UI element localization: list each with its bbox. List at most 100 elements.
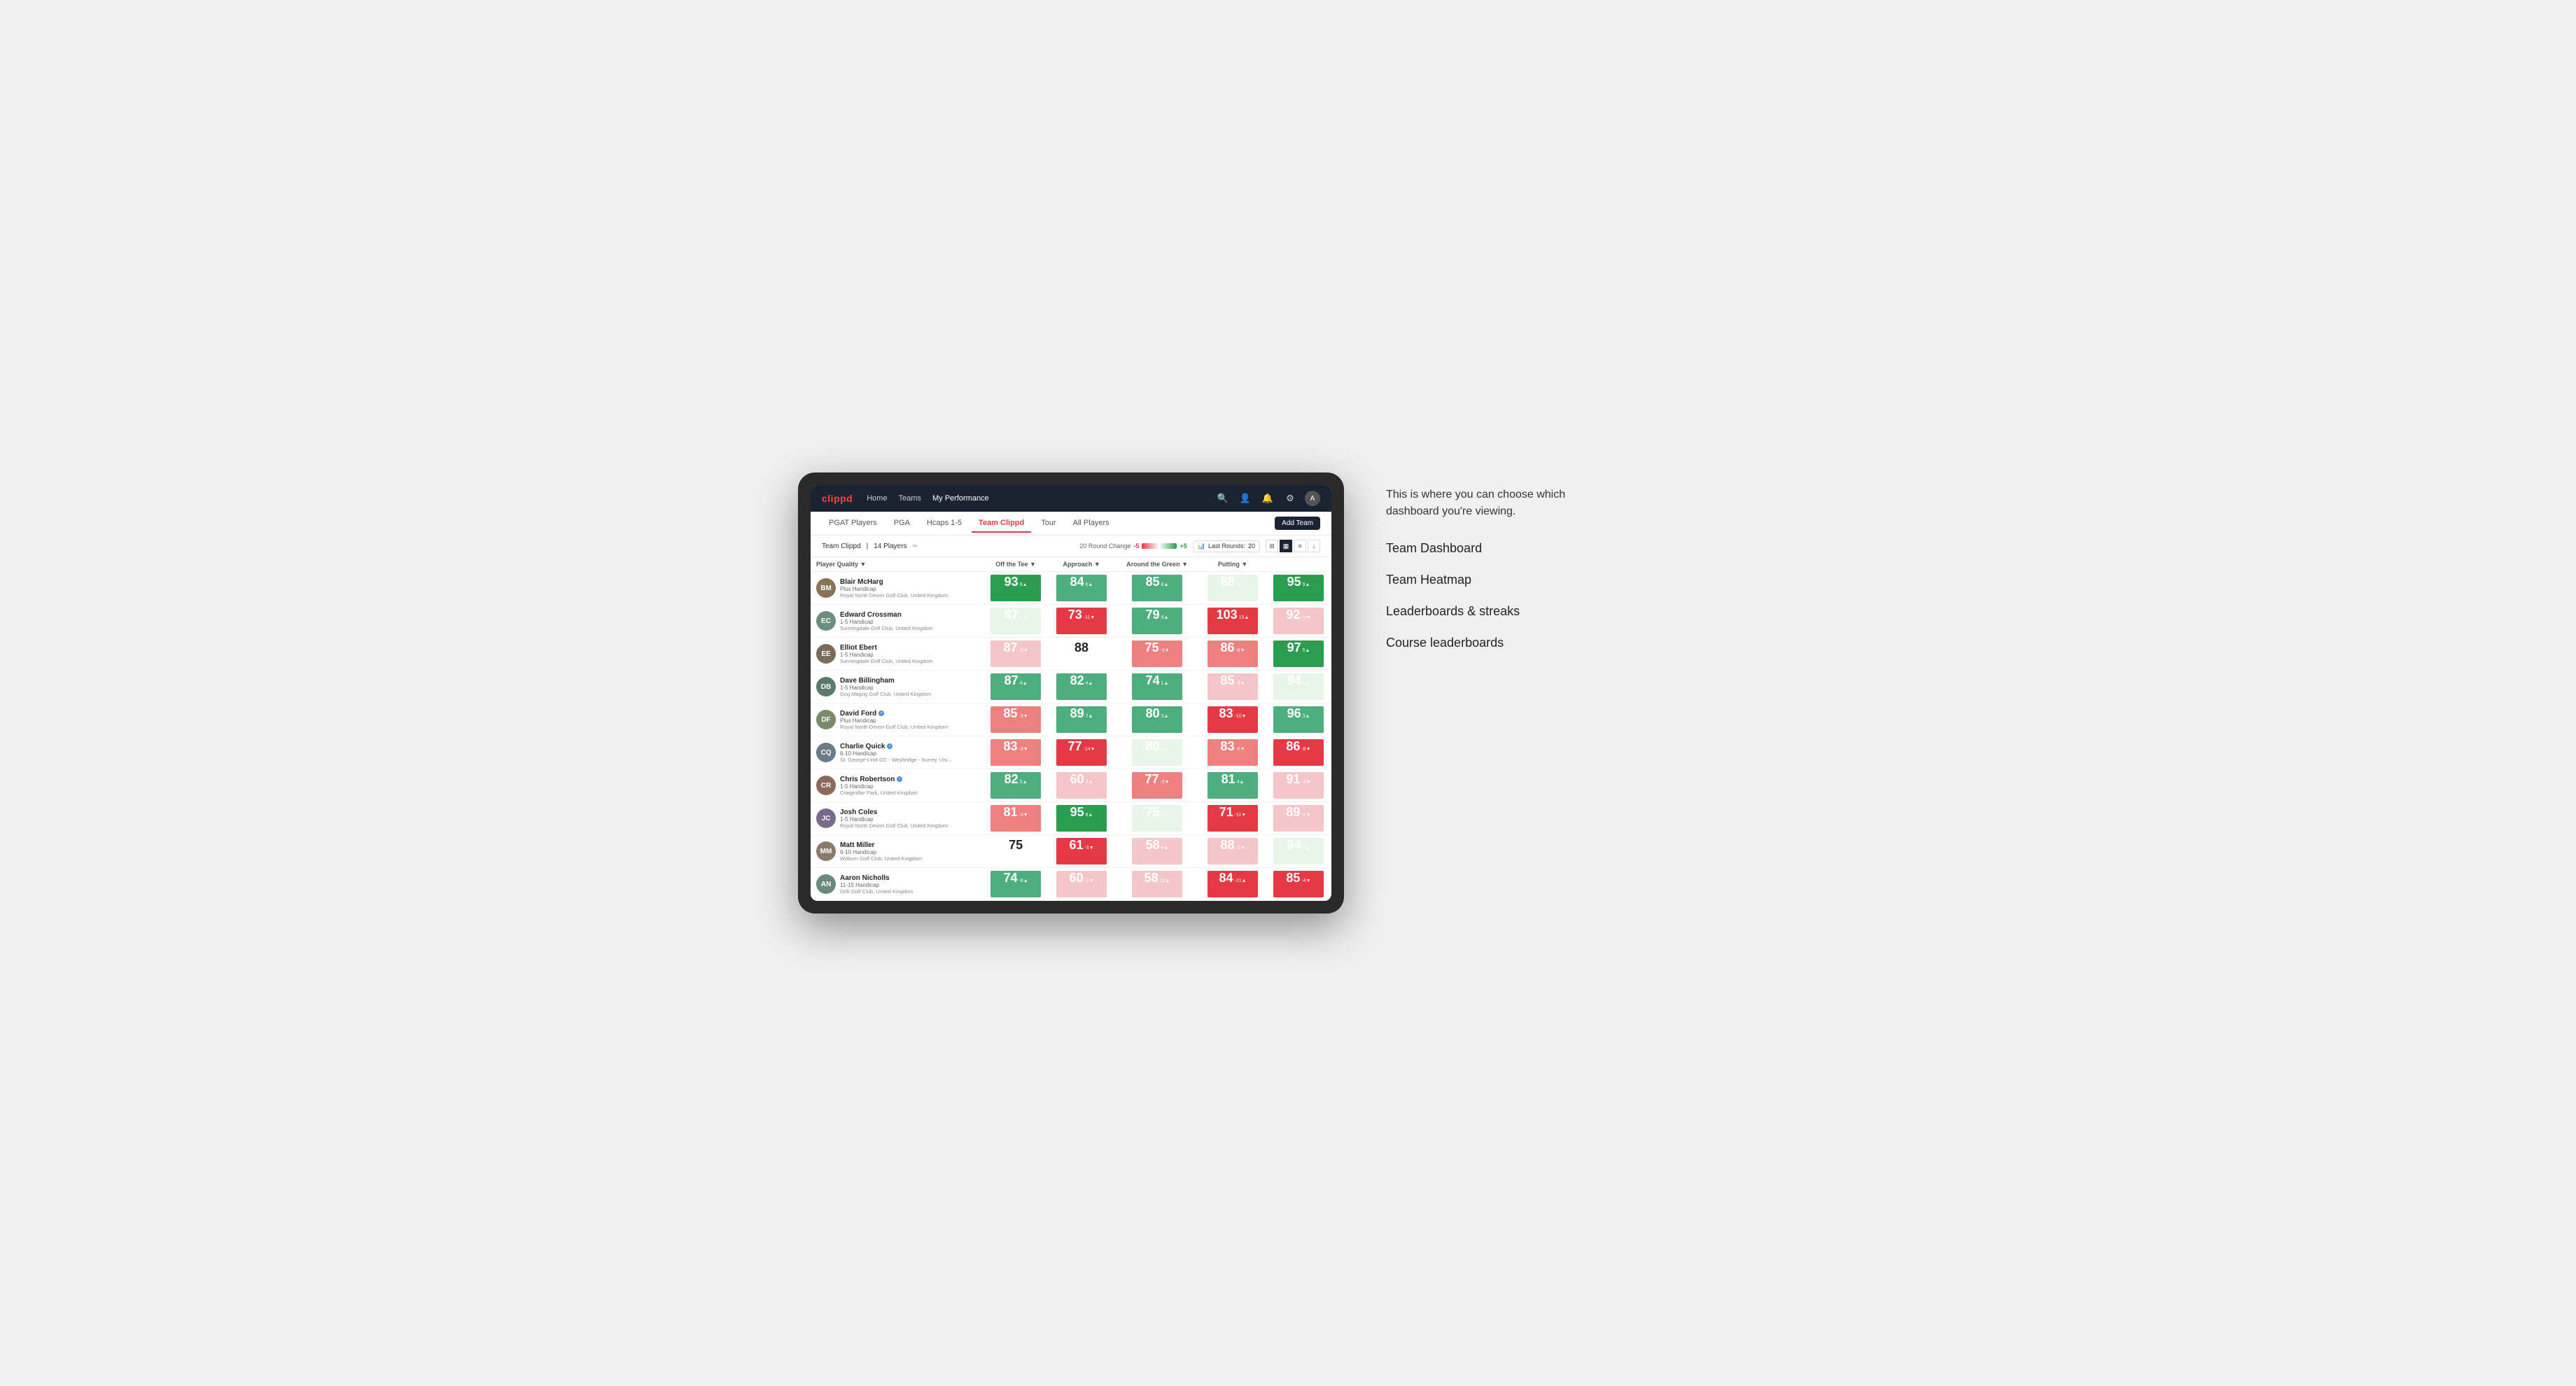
search-icon[interactable]: 🔍 [1215, 491, 1231, 506]
avatar: CR [816, 776, 836, 795]
score-change: 2▲ [1086, 780, 1093, 785]
subnav-team-clippd[interactable]: Team Clippd [972, 514, 1031, 533]
score-approach: 741▲ [1114, 671, 1200, 704]
table-row[interactable]: JCJosh Coles1-5 HandicapRoyal North Devo… [811, 802, 1331, 835]
score-change: 4▲ [1237, 780, 1245, 785]
table-row[interactable]: EEElliot Ebert1-5 HandicapSunningdale Go… [811, 638, 1331, 671]
table-row[interactable]: MMMatt Miller6-10 HandicapWoburn Golf Cl… [811, 835, 1331, 868]
table-row[interactable]: ECEdward Crossman1-5 HandicapSunningdale… [811, 605, 1331, 638]
team-header: Team Clippd | 14 Players ✏ 20 Round Chan… [811, 536, 1331, 557]
score-change: -3▼ [1019, 648, 1028, 653]
heat-neg-value: -5 [1133, 542, 1139, 550]
player-handicap: 1-5 Handicap [840, 619, 933, 625]
view-grid-btn[interactable]: ⊞ [1266, 540, 1278, 552]
annotation-team-dashboard: Team Dashboard [1386, 541, 1596, 556]
score-change: -3▼ [1301, 780, 1310, 785]
score-change: -6▼ [1236, 747, 1245, 752]
score-putting: 975▲ [1266, 638, 1331, 671]
annotation-intro: This is where you can choose which dashb… [1386, 486, 1596, 520]
subnav-tour[interactable]: Tour [1034, 514, 1063, 533]
score-change: -3▼ [1084, 846, 1093, 850]
score-change: 1▲ [1020, 615, 1028, 620]
score-change: 9▲ [1161, 615, 1169, 620]
score-quality: 87-3▼ [983, 638, 1049, 671]
subnav-pgat[interactable]: PGAT Players [822, 514, 884, 533]
edit-team-icon[interactable]: ✏ [912, 542, 918, 550]
score-putting: 963▲ [1266, 704, 1331, 736]
player-handicap: 1-5 Handicap [840, 685, 931, 691]
score-change: -6▼ [1236, 648, 1245, 653]
player-handicap: Plus Handicap [840, 718, 948, 724]
score-change: 4▲ [1020, 681, 1028, 686]
score-value: 81 [1003, 805, 1017, 820]
player-cell: ECEdward Crossman1-5 HandicapSunningdale… [811, 608, 983, 634]
verified-badge: ✓ [878, 710, 884, 716]
player-club: Drift Golf Club, United Kingdom [840, 888, 913, 895]
score-value: 85 [1286, 871, 1300, 886]
view-list-btn[interactable]: ≡ [1294, 540, 1306, 552]
score-value: 88 [1220, 838, 1234, 853]
table-row[interactable]: CQCharlie Quick✓6-10 HandicapSt. George'… [811, 736, 1331, 769]
view-export-btn[interactable]: ↓ [1308, 540, 1320, 552]
page-wrapper: clippd Home Teams My Performance 🔍 👤 🔔 ⚙… [798, 472, 1778, 913]
score-putting: 959▲ [1266, 572, 1331, 605]
settings-icon[interactable]: ⚙ [1282, 491, 1298, 506]
score-quality: 871▲ [983, 605, 1049, 638]
table-row[interactable]: DBDave Billingham1-5 HandicapGog Magog G… [811, 671, 1331, 704]
score-tee: 897▲ [1049, 704, 1114, 736]
col-tee: Off the Tee ▼ [983, 557, 1049, 572]
view-heatmap-btn[interactable]: ▦ [1280, 540, 1292, 552]
subnav-hcaps[interactable]: Hcaps 1-5 [920, 514, 969, 533]
table-row[interactable]: BMBlair McHargPlus HandicapRoyal North D… [811, 572, 1331, 605]
col-approach: Approach ▼ [1049, 557, 1114, 572]
score-green: 84-21▲ [1200, 868, 1266, 901]
profile-icon[interactable]: 👤 [1238, 491, 1253, 506]
score-change: 1▲ [1161, 681, 1169, 686]
add-team-button[interactable]: Add Team [1275, 517, 1320, 530]
last-rounds-control[interactable]: 📊 Last Rounds: 20 [1193, 540, 1260, 552]
score-change: 4▲ [1086, 681, 1093, 686]
score-change: -3▼ [1301, 615, 1310, 620]
score-approach: 752▲ [1114, 802, 1200, 835]
score-change: 1▲ [1303, 681, 1310, 686]
score-change: -8▼ [1301, 747, 1310, 752]
score-change: 9▲ [1020, 582, 1028, 587]
score-approach: 801▲ [1114, 736, 1200, 769]
subnav-pga[interactable]: PGA [887, 514, 917, 533]
table-row[interactable]: ANAaron Nicholls11-15 HandicapDrift Golf… [811, 868, 1331, 901]
score-change: 3▲ [1020, 780, 1028, 785]
player-cell: EEElliot Ebert1-5 HandicapSunningdale Go… [811, 641, 983, 667]
score-approach: 584▲ [1114, 835, 1200, 868]
nav-home[interactable]: Home [867, 491, 887, 505]
score-change: 4▲ [1161, 846, 1169, 850]
score-change: -3▼ [1019, 747, 1028, 752]
annotation-team-heatmap: Team Heatmap [1386, 573, 1596, 587]
score-change: 5▲ [1303, 648, 1310, 653]
user-avatar[interactable]: A [1305, 491, 1320, 506]
avatar: AN [816, 874, 836, 894]
nav-my-performance[interactable]: My Performance [932, 491, 989, 505]
player-club: Royal North Devon Golf Club, United King… [840, 724, 948, 730]
col-player: Player Quality ▼ [811, 557, 983, 572]
table-row[interactable]: CRChris Robertson✓1-5 HandicapCraigmilla… [811, 769, 1331, 802]
tablet-frame: clippd Home Teams My Performance 🔍 👤 🔔 ⚙… [798, 472, 1344, 913]
score-value: 86 [1220, 640, 1234, 655]
score-change: -10▼ [1235, 714, 1247, 719]
score-value: 94 [1287, 838, 1301, 853]
nav-teams[interactable]: Teams [899, 491, 921, 505]
subnav: PGAT Players PGA Hcaps 1-5 Team Clippd T… [811, 512, 1331, 536]
player-club: Woburn Golf Club, United Kingdom [840, 855, 922, 862]
player-cell: JCJosh Coles1-5 HandicapRoyal North Devo… [811, 806, 983, 832]
score-value: 89 [1286, 805, 1300, 820]
view-toggle: ⊞ ▦ ≡ ↓ [1266, 540, 1320, 552]
score-value: 82 [1070, 673, 1084, 688]
player-handicap: 11-15 Handicap [840, 882, 913, 888]
bell-icon[interactable]: 🔔 [1260, 491, 1275, 506]
subnav-all-players[interactable]: All Players [1066, 514, 1116, 533]
score-value: 75 [1144, 640, 1158, 655]
score-change: -2▼ [1301, 813, 1310, 818]
score-change: 2▲ [1161, 813, 1169, 818]
score-putting: 85-4▼ [1266, 868, 1331, 901]
table-row[interactable]: DFDavid Ford✓Plus HandicapRoyal North De… [811, 704, 1331, 736]
score-value: 83 [1220, 739, 1234, 754]
